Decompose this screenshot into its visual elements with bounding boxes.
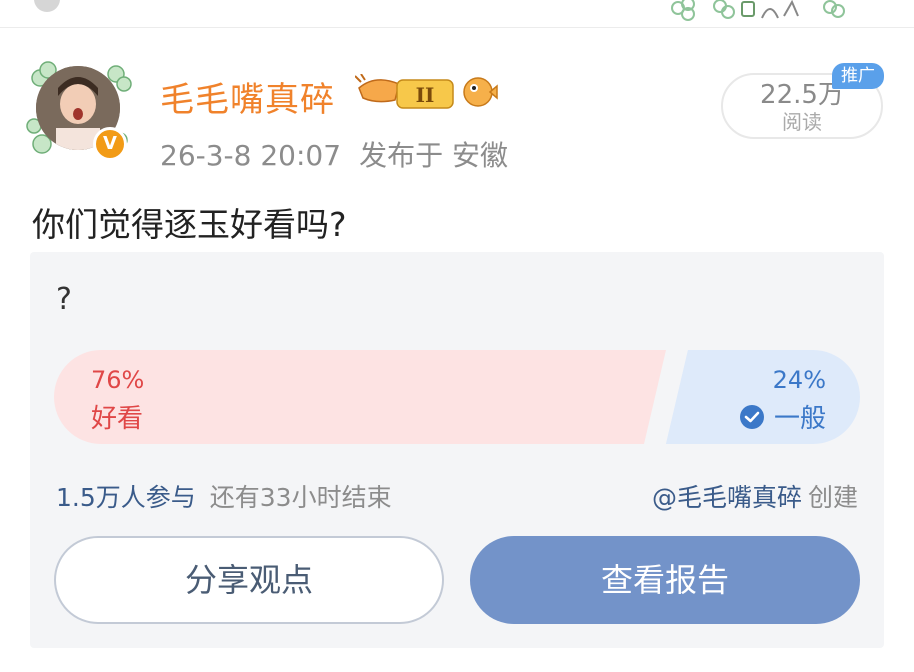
post-text: 你们觉得逐玉好看吗? bbox=[32, 205, 347, 244]
poll-option-average-label: 一般 bbox=[773, 404, 826, 434]
poll-option-good-label: 好看 bbox=[91, 404, 144, 434]
promo-tag: 推广 bbox=[832, 63, 884, 89]
read-label: 阅读 bbox=[782, 110, 822, 134]
poll-card: ? 76% 好看 24% 一般 1.5万人参与还有33小时结束 @毛毛嘴真碎 bbox=[30, 252, 884, 648]
verified-v-icon: V bbox=[93, 127, 127, 161]
poll-result-bar: 76% 好看 24% 一般 bbox=[54, 350, 860, 444]
view-report-button[interactable]: 查看报告 bbox=[470, 536, 860, 624]
poll-creator-link[interactable]: @毛毛嘴真碎 bbox=[652, 483, 802, 512]
poll-question: ? bbox=[56, 282, 72, 317]
post-location: 发布于 安徽 bbox=[359, 139, 508, 172]
top-strip bbox=[0, 0, 914, 28]
author-name[interactable]: 毛毛嘴真碎 bbox=[160, 72, 335, 121]
share-opinion-button[interactable]: 分享观点 bbox=[54, 536, 444, 624]
pufferfish-icon bbox=[463, 77, 498, 107]
poll-participants[interactable]: 1.5万人参与 bbox=[56, 483, 196, 512]
level-text: II bbox=[416, 83, 435, 107]
post-meta: 26-3-8 20:07 发布于 安徽 bbox=[160, 134, 508, 174]
poll-option-good-percent: 76% bbox=[91, 366, 145, 394]
slant-divider-left bbox=[644, 350, 666, 444]
poll-creator-suffix: 创建 bbox=[807, 483, 858, 512]
poll-option-good[interactable]: 76% 好看 bbox=[54, 350, 666, 444]
poll-option-average[interactable]: 24% 一般 bbox=[666, 350, 860, 444]
poll-creator: @毛毛嘴真碎 创建 bbox=[652, 478, 858, 514]
check-circle-icon bbox=[739, 404, 764, 429]
poll-option-average-row: 一般 bbox=[739, 398, 826, 435]
post-datetime: 26-3-8 20:07 bbox=[160, 139, 342, 172]
slant-divider-right bbox=[666, 350, 688, 444]
shrimp-level-icon: II bbox=[355, 74, 454, 109]
partial-avatar-icon bbox=[34, 0, 60, 12]
poll-stats: 1.5万人参与 还有33小时结束 bbox=[56, 478, 392, 514]
poll-option-average-percent: 24% bbox=[772, 366, 826, 394]
poll-time-remaining: 还有33小时结束 bbox=[209, 483, 392, 512]
clover-decor-icon bbox=[671, 0, 845, 21]
